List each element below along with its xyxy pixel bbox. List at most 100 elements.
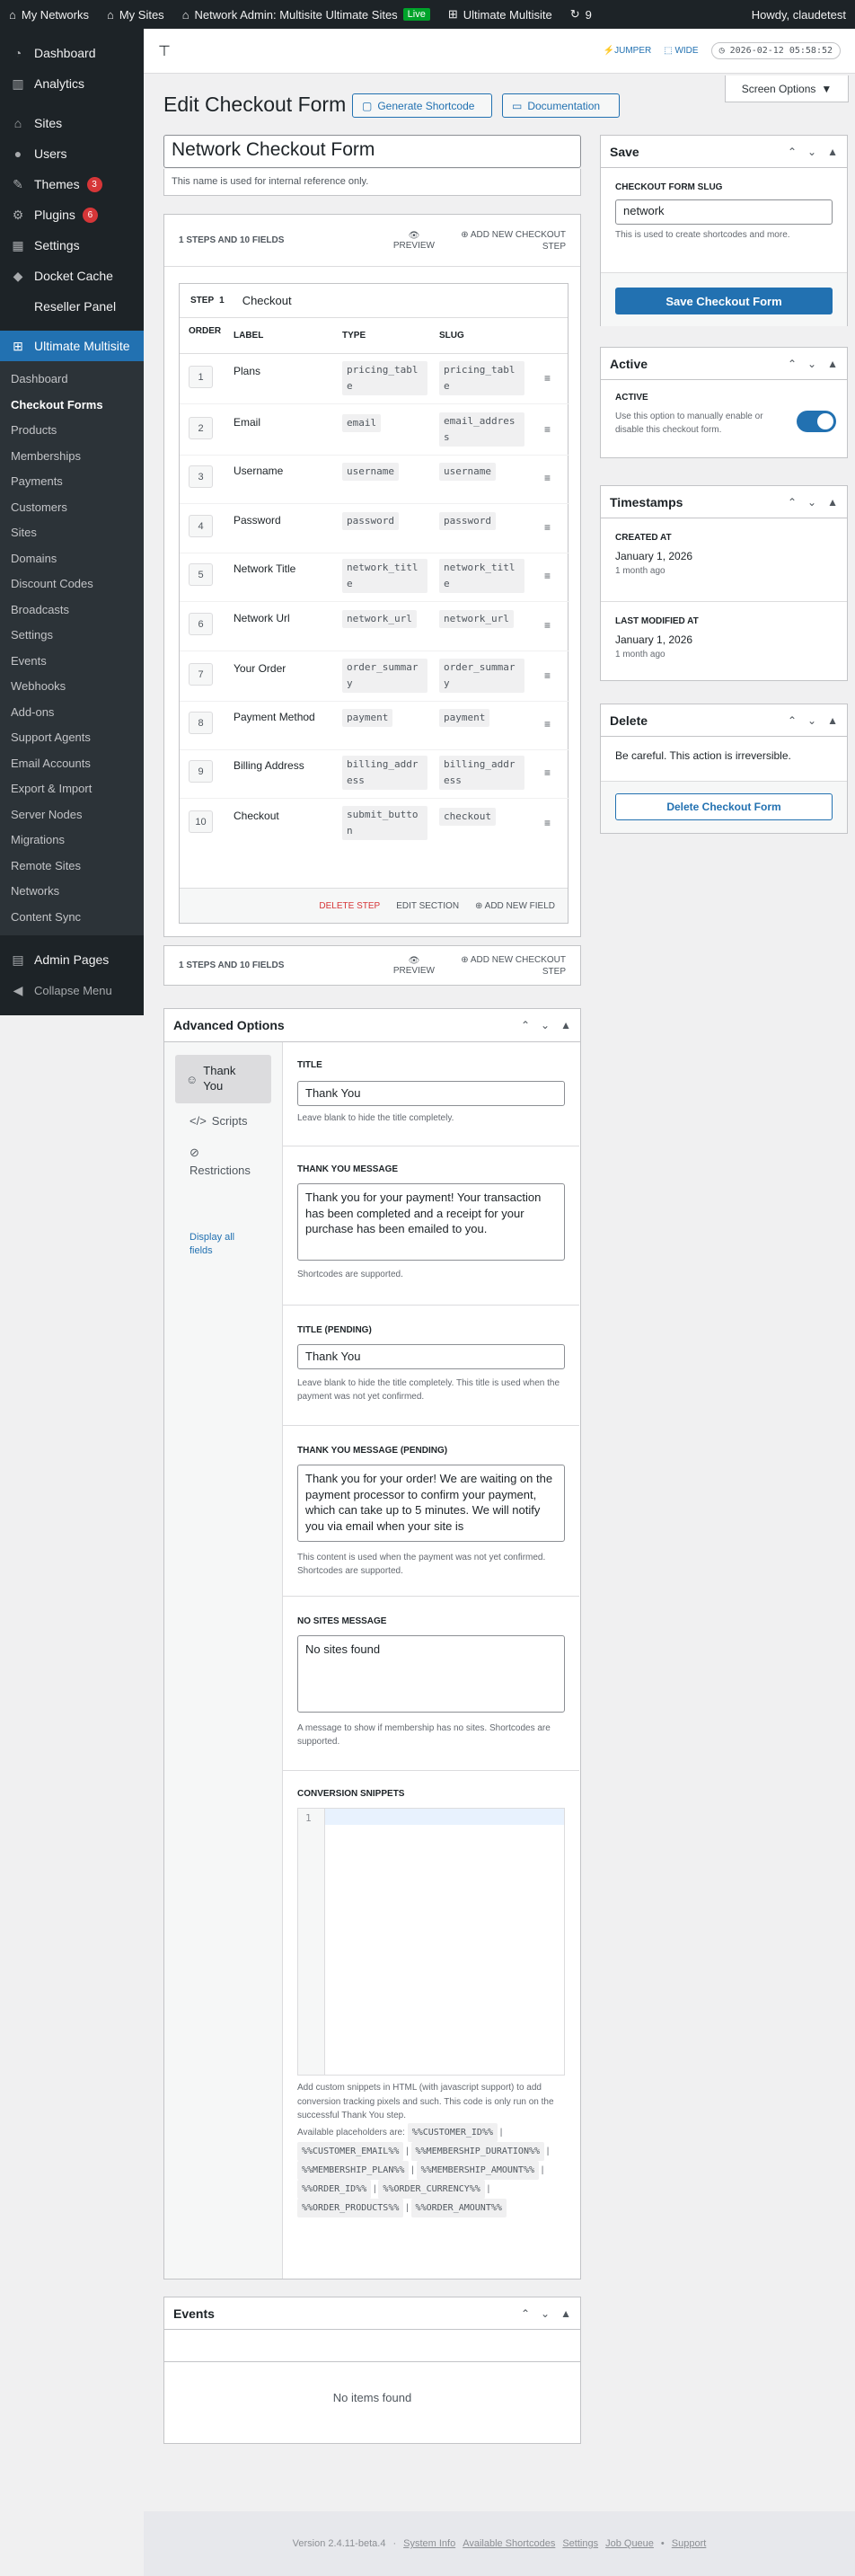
preview-button[interactable]: 👁 PREVIEW (393, 956, 435, 976)
move-up-icon[interactable]: ⌃ (521, 1019, 530, 1031)
sidebar-item-themes[interactable]: ✎ Themes 3 (0, 169, 144, 199)
sidebar-item-admin-pages[interactable]: ▤ Admin Pages (0, 944, 144, 975)
order-input[interactable]: 10 (189, 810, 213, 833)
table-row[interactable]: 5 Network Title network_title network_title… (180, 552, 569, 602)
drag-handle-icon[interactable]: ≡ (544, 472, 553, 484)
table-row[interactable]: 3 Username username username ≡ (180, 454, 569, 504)
footer-link-job-queue[interactable]: Job Queue (605, 2538, 654, 2549)
edit-section-button[interactable]: EDIT SECTION (396, 901, 459, 911)
table-row[interactable]: 1 Plans pricing_table pricing_table ≡ (180, 354, 569, 404)
screen-options-button[interactable]: Screen Options ▼ (725, 75, 849, 102)
drag-handle-icon[interactable]: ≡ (544, 766, 553, 779)
table-row[interactable]: 8 Payment Method payment payment ≡ (180, 700, 569, 750)
move-down-icon[interactable]: ⌄ (807, 146, 816, 158)
table-row[interactable]: 2 Email email email_address ≡ (180, 405, 569, 456)
table-row[interactable]: 4 Password password password ≡ (180, 503, 569, 553)
tab-restrictions[interactable]: ⊘ Restrictions (190, 1146, 271, 1177)
code-editor[interactable]: 1 (297, 1808, 565, 2076)
move-down-icon[interactable]: ⌄ (541, 1019, 550, 1031)
submenu-item-broadcasts[interactable]: Broadcasts (0, 598, 144, 624)
order-input[interactable]: 5 (189, 563, 213, 586)
sidebar-item-plugins[interactable]: ⚙ Plugins 6 (0, 199, 144, 230)
table-row[interactable]: 10 Checkout submit_button checkout ≡ (180, 799, 569, 849)
order-input[interactable]: 4 (189, 515, 213, 537)
account-menu[interactable]: Howdy, claudetest (743, 0, 855, 29)
footer-link-shortcodes[interactable]: Available Shortcodes (463, 2538, 555, 2549)
table-row[interactable]: 7 Your Order order_summary order_summary ≡ (180, 651, 569, 702)
submenu-item-networks[interactable]: Networks (0, 879, 144, 905)
sidebar-item-dashboard[interactable]: ◔ Dashboard (0, 38, 144, 68)
add-checkout-step-button[interactable]: ⊕ ADD NEW CHECKOUT STEP (449, 229, 566, 252)
move-up-icon[interactable]: ⌃ (521, 2307, 530, 2320)
move-down-icon[interactable]: ⌄ (807, 714, 816, 727)
no-sites-textarea[interactable]: No sites found (297, 1635, 565, 1713)
documentation-button[interactable]: ▭ Documentation (502, 93, 620, 118)
footer-link-system-info[interactable]: System Info (403, 2538, 455, 2549)
sidebar-item-sites[interactable]: ⌂ Sites (0, 108, 144, 138)
wide-button[interactable]: ⬚ WIDE (664, 46, 698, 56)
submenu-item-events[interactable]: Events (0, 649, 144, 675)
submenu-item-settings[interactable]: Settings (0, 623, 144, 649)
footer-link-support[interactable]: Support (672, 2538, 707, 2549)
drag-handle-icon[interactable]: ≡ (544, 619, 553, 632)
submenu-item-payments[interactable]: Payments (0, 469, 144, 495)
submenu-item-migrations[interactable]: Migrations (0, 828, 144, 854)
my-networks-menu[interactable]: ⌂ My Networks (0, 0, 98, 29)
submenu-item-remote-sites[interactable]: Remote Sites (0, 854, 144, 880)
drag-handle-icon[interactable]: ≡ (544, 372, 553, 385)
toggle-panel-icon[interactable]: ▲ (827, 496, 838, 509)
move-up-icon[interactable]: ⌃ (788, 714, 797, 727)
move-up-icon[interactable]: ⌃ (788, 146, 797, 158)
thank-you-message-textarea[interactable]: Thank you for your payment! Your transac… (297, 1183, 565, 1261)
add-field-button[interactable]: ⊕ ADD NEW FIELD (475, 901, 555, 911)
preview-button[interactable]: 👁 PREVIEW (393, 231, 435, 251)
sidebar-item-ultimate-multisite[interactable]: ⊞ Ultimate Multisite (0, 331, 144, 361)
add-checkout-step-button[interactable]: ⊕ ADD NEW CHECKOUT STEP (449, 954, 566, 978)
collapse-menu-button[interactable]: ◀ Collapse Menu (0, 975, 144, 1005)
submenu-item-sites[interactable]: Sites (0, 520, 144, 546)
order-input[interactable]: 8 (189, 712, 213, 734)
drag-handle-icon[interactable]: ≡ (544, 423, 553, 436)
tab-thank-you[interactable]: ☺ Thank You (175, 1055, 271, 1103)
drag-handle-icon[interactable]: ≡ (544, 521, 553, 534)
table-row[interactable]: 9 Billing Address billing_address billing_a… (180, 748, 569, 799)
move-up-icon[interactable]: ⌃ (788, 358, 797, 370)
slug-input[interactable]: network (615, 199, 833, 225)
submenu-item-memberships[interactable]: Memberships (0, 444, 144, 470)
table-row[interactable]: 6 Network Url network_url network_url ≡ (180, 601, 569, 651)
submenu-item-email-accounts[interactable]: Email Accounts (0, 751, 144, 777)
order-input[interactable]: 2 (189, 417, 213, 439)
order-input[interactable]: 1 (189, 366, 213, 388)
display-all-fields-link[interactable]: Display all fields (190, 1231, 252, 1259)
delete-step-button[interactable]: DELETE STEP (319, 901, 380, 911)
order-input[interactable]: 6 (189, 613, 213, 635)
sidebar-item-settings[interactable]: ▦ Settings (0, 230, 144, 261)
updates-menu[interactable]: ↻ 9 (561, 0, 601, 29)
submenu-item-content-sync[interactable]: Content Sync (0, 905, 144, 931)
toggle-panel-icon[interactable]: ▲ (560, 2307, 571, 2320)
sidebar-item-analytics[interactable]: ▥ Analytics (0, 68, 144, 99)
sidebar-item-reseller-panel[interactable]: Reseller Panel (0, 291, 144, 322)
move-up-icon[interactable]: ⌃ (788, 496, 797, 509)
drag-handle-icon[interactable]: ≡ (544, 718, 553, 730)
active-toggle[interactable] (797, 411, 836, 432)
tab-scripts[interactable]: </> Scripts (190, 1114, 271, 1128)
submenu-item-domains[interactable]: Domains (0, 546, 144, 572)
order-input[interactable]: 7 (189, 663, 213, 686)
submenu-item-products[interactable]: Products (0, 418, 144, 444)
form-name-input[interactable]: Network Checkout Form (163, 135, 581, 168)
pending-title-input[interactable]: Thank You (297, 1344, 565, 1369)
submenu-item-add-ons[interactable]: Add-ons (0, 700, 144, 726)
drag-handle-icon[interactable]: ≡ (544, 570, 553, 582)
order-input[interactable]: 3 (189, 465, 213, 488)
toggle-panel-icon[interactable]: ▲ (827, 714, 838, 727)
delete-checkout-form-button[interactable]: Delete Checkout Form (615, 793, 833, 820)
submenu-item-webhooks[interactable]: Webhooks (0, 674, 144, 700)
toggle-panel-icon[interactable]: ▲ (827, 358, 838, 370)
jumper-button[interactable]: ⚡JUMPER (604, 46, 652, 56)
drag-handle-icon[interactable]: ≡ (544, 817, 553, 829)
toggle-panel-icon[interactable]: ▲ (827, 146, 838, 158)
drag-handle-icon[interactable]: ≡ (544, 669, 553, 682)
move-down-icon[interactable]: ⌄ (807, 358, 816, 370)
submenu-item-export-import[interactable]: Export & Import (0, 776, 144, 802)
